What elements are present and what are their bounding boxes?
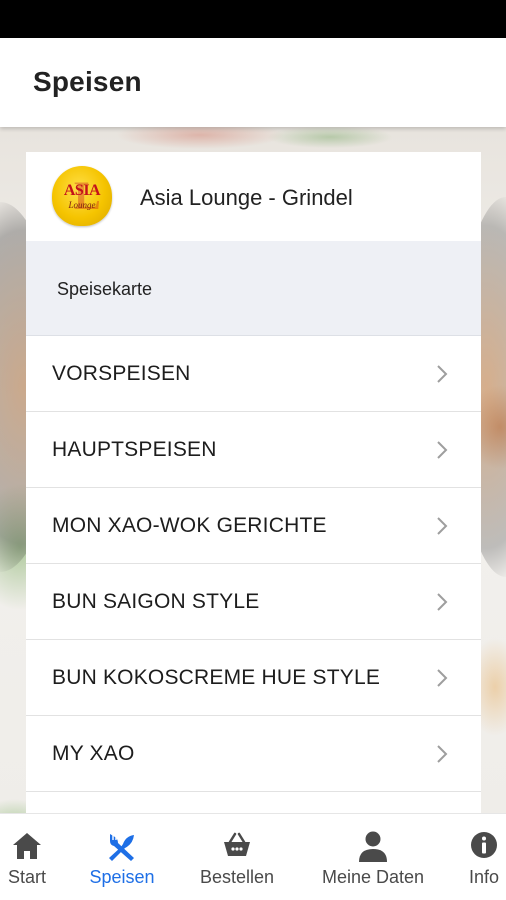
menu-category-hauptspeisen[interactable]: HAUPTSPEISEN: [26, 412, 481, 488]
menu-category-label: MON XAO-WOK GERICHTE: [52, 514, 327, 537]
menu-category-label: VORSPEISEN: [52, 362, 191, 385]
nav-label: Start: [7, 867, 46, 887]
logo-text: ASIA: [63, 182, 101, 199]
restaurant-header: L ASIA Lounge Asia Lounge - Grindel: [26, 152, 481, 241]
basket-icon: [224, 832, 250, 856]
nav-label: Speisen: [89, 867, 155, 887]
nav-label: Info: [468, 867, 500, 887]
nav-start[interactable]: Start: [0, 814, 54, 900]
chevron-right-icon: [437, 517, 448, 535]
utensils-icon: [109, 834, 134, 861]
menu-category-vorspeisen[interactable]: VORSPEISEN: [26, 336, 481, 412]
chevron-right-icon: [437, 593, 448, 611]
section-header: Speisekarte: [26, 241, 481, 336]
chevron-right-icon: [437, 441, 448, 459]
menu-category-my-xao[interactable]: MY XAO: [26, 716, 481, 792]
nav-label: Meine Daten: [321, 867, 425, 887]
home-icon: [13, 833, 41, 859]
app-bar: Speisen: [0, 38, 506, 127]
menu-category-label: HAUPTSPEISEN: [52, 438, 217, 461]
restaurant-logo: L ASIA Lounge: [52, 166, 112, 226]
restaurant-name: Asia Lounge - Grindel: [140, 185, 353, 210]
chevron-right-icon: [437, 365, 448, 383]
menu-card: L ASIA Lounge Asia Lounge - Grindel Spei…: [26, 152, 481, 813]
chevron-right-icon: [437, 745, 448, 763]
menu-category-partial[interactable]: [26, 792, 481, 813]
section-title: Speisekarte: [57, 279, 153, 299]
nav-speisen[interactable]: Speisen: [84, 814, 160, 900]
logo-subtext: Lounge: [68, 200, 96, 210]
menu-category-mon-xao-wok[interactable]: MON XAO-WOK GERICHTE: [26, 488, 481, 564]
info-icon: [471, 832, 497, 858]
nav-meine-daten[interactable]: Meine Daten: [314, 814, 432, 900]
page-title: Speisen: [33, 66, 142, 97]
menu-category-bun-kokoscreme[interactable]: BUN KOKOSCREME HUE STYLE: [26, 640, 481, 716]
nav-label: Bestellen: [199, 867, 275, 887]
bottom-navigation: Start Speisen Bestellen Meine Daten Info: [0, 813, 506, 900]
status-bar: [0, 0, 506, 38]
chevron-right-icon: [437, 669, 448, 687]
menu-category-bun-saigon[interactable]: BUN SAIGON STYLE: [26, 564, 481, 640]
menu-category-label: MY XAO: [52, 742, 135, 765]
nav-info[interactable]: Info: [462, 814, 506, 900]
person-icon: [359, 831, 387, 862]
menu-category-label: BUN SAIGON STYLE: [52, 590, 260, 613]
menu-category-label: BUN KOKOSCREME HUE STYLE: [52, 666, 381, 689]
nav-bestellen[interactable]: Bestellen: [194, 814, 280, 900]
